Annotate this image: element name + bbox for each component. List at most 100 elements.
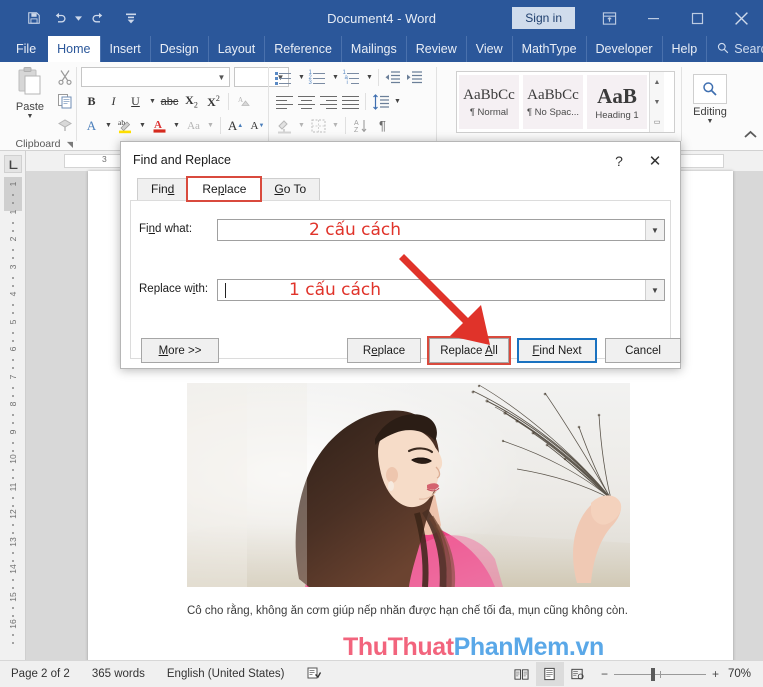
editing-dropdown-icon[interactable]: ▼	[705, 118, 716, 125]
cut-icon[interactable]	[54, 68, 76, 86]
decrease-indent-icon[interactable]	[382, 67, 403, 88]
strikethrough-button[interactable]: abc	[159, 91, 180, 112]
page-number-status[interactable]: Page 2 of 2	[0, 668, 81, 680]
styles-scroll-down-icon[interactable]: ▼	[650, 92, 664, 112]
zoom-in-button[interactable]: +	[712, 667, 719, 681]
styles-gallery-scrollbar[interactable]: ▲ ▼ ▭	[649, 72, 664, 132]
underline-dropdown-icon[interactable]: ▼	[147, 98, 158, 105]
tab-file[interactable]: File	[0, 36, 48, 62]
borders-dropdown-icon[interactable]: ▼	[330, 122, 341, 129]
cancel-button[interactable]: Cancel	[605, 338, 681, 363]
borders-icon[interactable]	[308, 115, 329, 136]
change-case-dropdown-icon[interactable]: ▼	[205, 122, 216, 129]
tab-mathtype[interactable]: MathType	[512, 36, 586, 62]
read-mode-icon[interactable]	[508, 662, 536, 686]
bullets-dropdown-icon[interactable]: ▼	[296, 74, 307, 81]
grow-font-icon[interactable]: A▲	[225, 115, 246, 136]
zoom-level-value[interactable]: 70%	[728, 668, 763, 680]
sort-icon[interactable]: AZ	[350, 115, 371, 136]
copy-icon[interactable]	[54, 92, 76, 110]
editing-button[interactable]: Editing ▼	[693, 74, 727, 125]
zoom-slider[interactable]: − +	[592, 667, 728, 681]
replace-button[interactable]: Replace	[347, 338, 421, 363]
font-name-input[interactable]: ▼	[81, 67, 230, 87]
ribbon-display-options-icon[interactable]	[587, 0, 631, 36]
tab-review[interactable]: Review	[406, 36, 466, 62]
justify-icon[interactable]	[340, 91, 361, 112]
center-icon[interactable]	[296, 91, 317, 112]
align-right-icon[interactable]	[318, 91, 339, 112]
tab-design[interactable]: Design	[150, 36, 208, 62]
shading-dropdown-icon[interactable]: ▼	[296, 122, 307, 129]
italic-button[interactable]: I	[103, 91, 124, 112]
zoom-out-button[interactable]: −	[601, 667, 608, 681]
print-layout-icon[interactable]	[536, 662, 564, 686]
replace-with-dropdown-icon[interactable]: ▼	[645, 280, 664, 300]
format-painter-icon[interactable]	[54, 116, 76, 134]
ribbon-search[interactable]: Search	[706, 36, 763, 62]
proofing-errors-icon[interactable]	[296, 666, 332, 683]
document-image[interactable]	[187, 383, 630, 587]
close-icon[interactable]	[719, 0, 763, 36]
text-highlight-dropdown-icon[interactable]: ▼	[137, 122, 148, 129]
change-case-icon[interactable]: Aa	[183, 115, 204, 136]
undo-dropdown-icon[interactable]	[74, 6, 83, 30]
find-next-button[interactable]: Find Next	[517, 338, 597, 363]
superscript-button[interactable]: X2	[203, 91, 224, 112]
dialog-tab-goto[interactable]: Go To	[260, 178, 320, 200]
shrink-font-icon[interactable]: A▼	[247, 115, 268, 136]
sign-in-button[interactable]: Sign in	[512, 7, 575, 29]
restore-icon[interactable]	[675, 0, 719, 36]
numbering-icon[interactable]: 123	[308, 67, 329, 88]
zoom-slider-knob[interactable]	[651, 668, 655, 681]
clipboard-dialog-launcher-icon[interactable]: ◥	[67, 140, 73, 149]
tab-mailings[interactable]: Mailings	[341, 36, 406, 62]
styles-more-icon[interactable]: ▭	[650, 112, 664, 132]
styles-scroll-up-icon[interactable]: ▲	[650, 72, 664, 92]
subscript-button[interactable]: X2	[181, 91, 202, 112]
word-count-status[interactable]: 365 words	[81, 668, 156, 680]
dialog-tab-replace[interactable]: Replace	[188, 178, 260, 200]
save-icon[interactable]	[22, 6, 46, 30]
tab-reference[interactable]: Reference	[264, 36, 341, 62]
redo-icon[interactable]	[85, 6, 109, 30]
find-what-dropdown-icon[interactable]: ▼	[645, 220, 664, 240]
tab-developer[interactable]: Developer	[586, 36, 662, 62]
zoom-slider-track[interactable]	[614, 674, 706, 675]
help-icon[interactable]: ?	[608, 150, 630, 172]
underline-button[interactable]: U	[125, 91, 146, 112]
find-what-input[interactable]: ▼	[217, 219, 665, 241]
find-and-replace-dialog[interactable]: Find and Replace ? ✕ Find Replace Go To …	[120, 141, 681, 369]
text-highlight-color-icon[interactable]: ab	[115, 115, 136, 136]
editing-search-icon[interactable]	[693, 74, 727, 104]
text-effects-dropdown-icon[interactable]: ▼	[103, 122, 114, 129]
line-spacing-dropdown-icon[interactable]: ▼	[392, 98, 403, 105]
more-button[interactable]: More >>	[141, 338, 219, 363]
tab-layout[interactable]: Layout	[208, 36, 265, 62]
style-item-no-spacing[interactable]: AaBbCс ¶ No Spac...	[523, 75, 583, 129]
line-spacing-icon[interactable]	[370, 91, 391, 112]
show-formatting-marks-icon[interactable]: ¶	[372, 115, 393, 136]
increase-indent-icon[interactable]	[404, 67, 425, 88]
tab-home[interactable]: Home	[48, 36, 99, 62]
text-effects-icon[interactable]: A	[81, 115, 102, 136]
replace-all-button[interactable]: Replace All	[429, 338, 509, 363]
paste-button[interactable]: Paste ▼	[8, 67, 52, 120]
dialog-tab-find[interactable]: Find	[137, 178, 188, 200]
shading-icon[interactable]	[274, 115, 295, 136]
align-left-icon[interactable]	[274, 91, 295, 112]
collapse-ribbon-icon[interactable]	[744, 130, 757, 141]
document-paragraph[interactable]: Cô cho rằng, không ăn cơm giúp nếp nhăn …	[187, 601, 634, 623]
paste-dropdown-icon[interactable]: ▼	[25, 113, 36, 120]
vertical-ruler[interactable]: 112345678910111213141516	[0, 151, 26, 660]
bullets-icon[interactable]	[274, 67, 295, 88]
clear-formatting-icon[interactable]: A	[233, 91, 254, 112]
replace-with-input[interactable]: ▼	[217, 279, 665, 301]
customize-quick-access-toolbar-icon[interactable]	[119, 6, 143, 30]
style-item-heading-1[interactable]: AaB Heading 1	[587, 75, 647, 129]
multilevel-list-icon[interactable]: 1ai	[342, 67, 363, 88]
dialog-close-icon[interactable]: ✕	[640, 149, 670, 173]
multilevel-list-dropdown-icon[interactable]: ▼	[364, 74, 375, 81]
tab-help[interactable]: Help	[662, 36, 707, 62]
style-item-normal[interactable]: AaBbCс ¶ Normal	[459, 75, 519, 129]
